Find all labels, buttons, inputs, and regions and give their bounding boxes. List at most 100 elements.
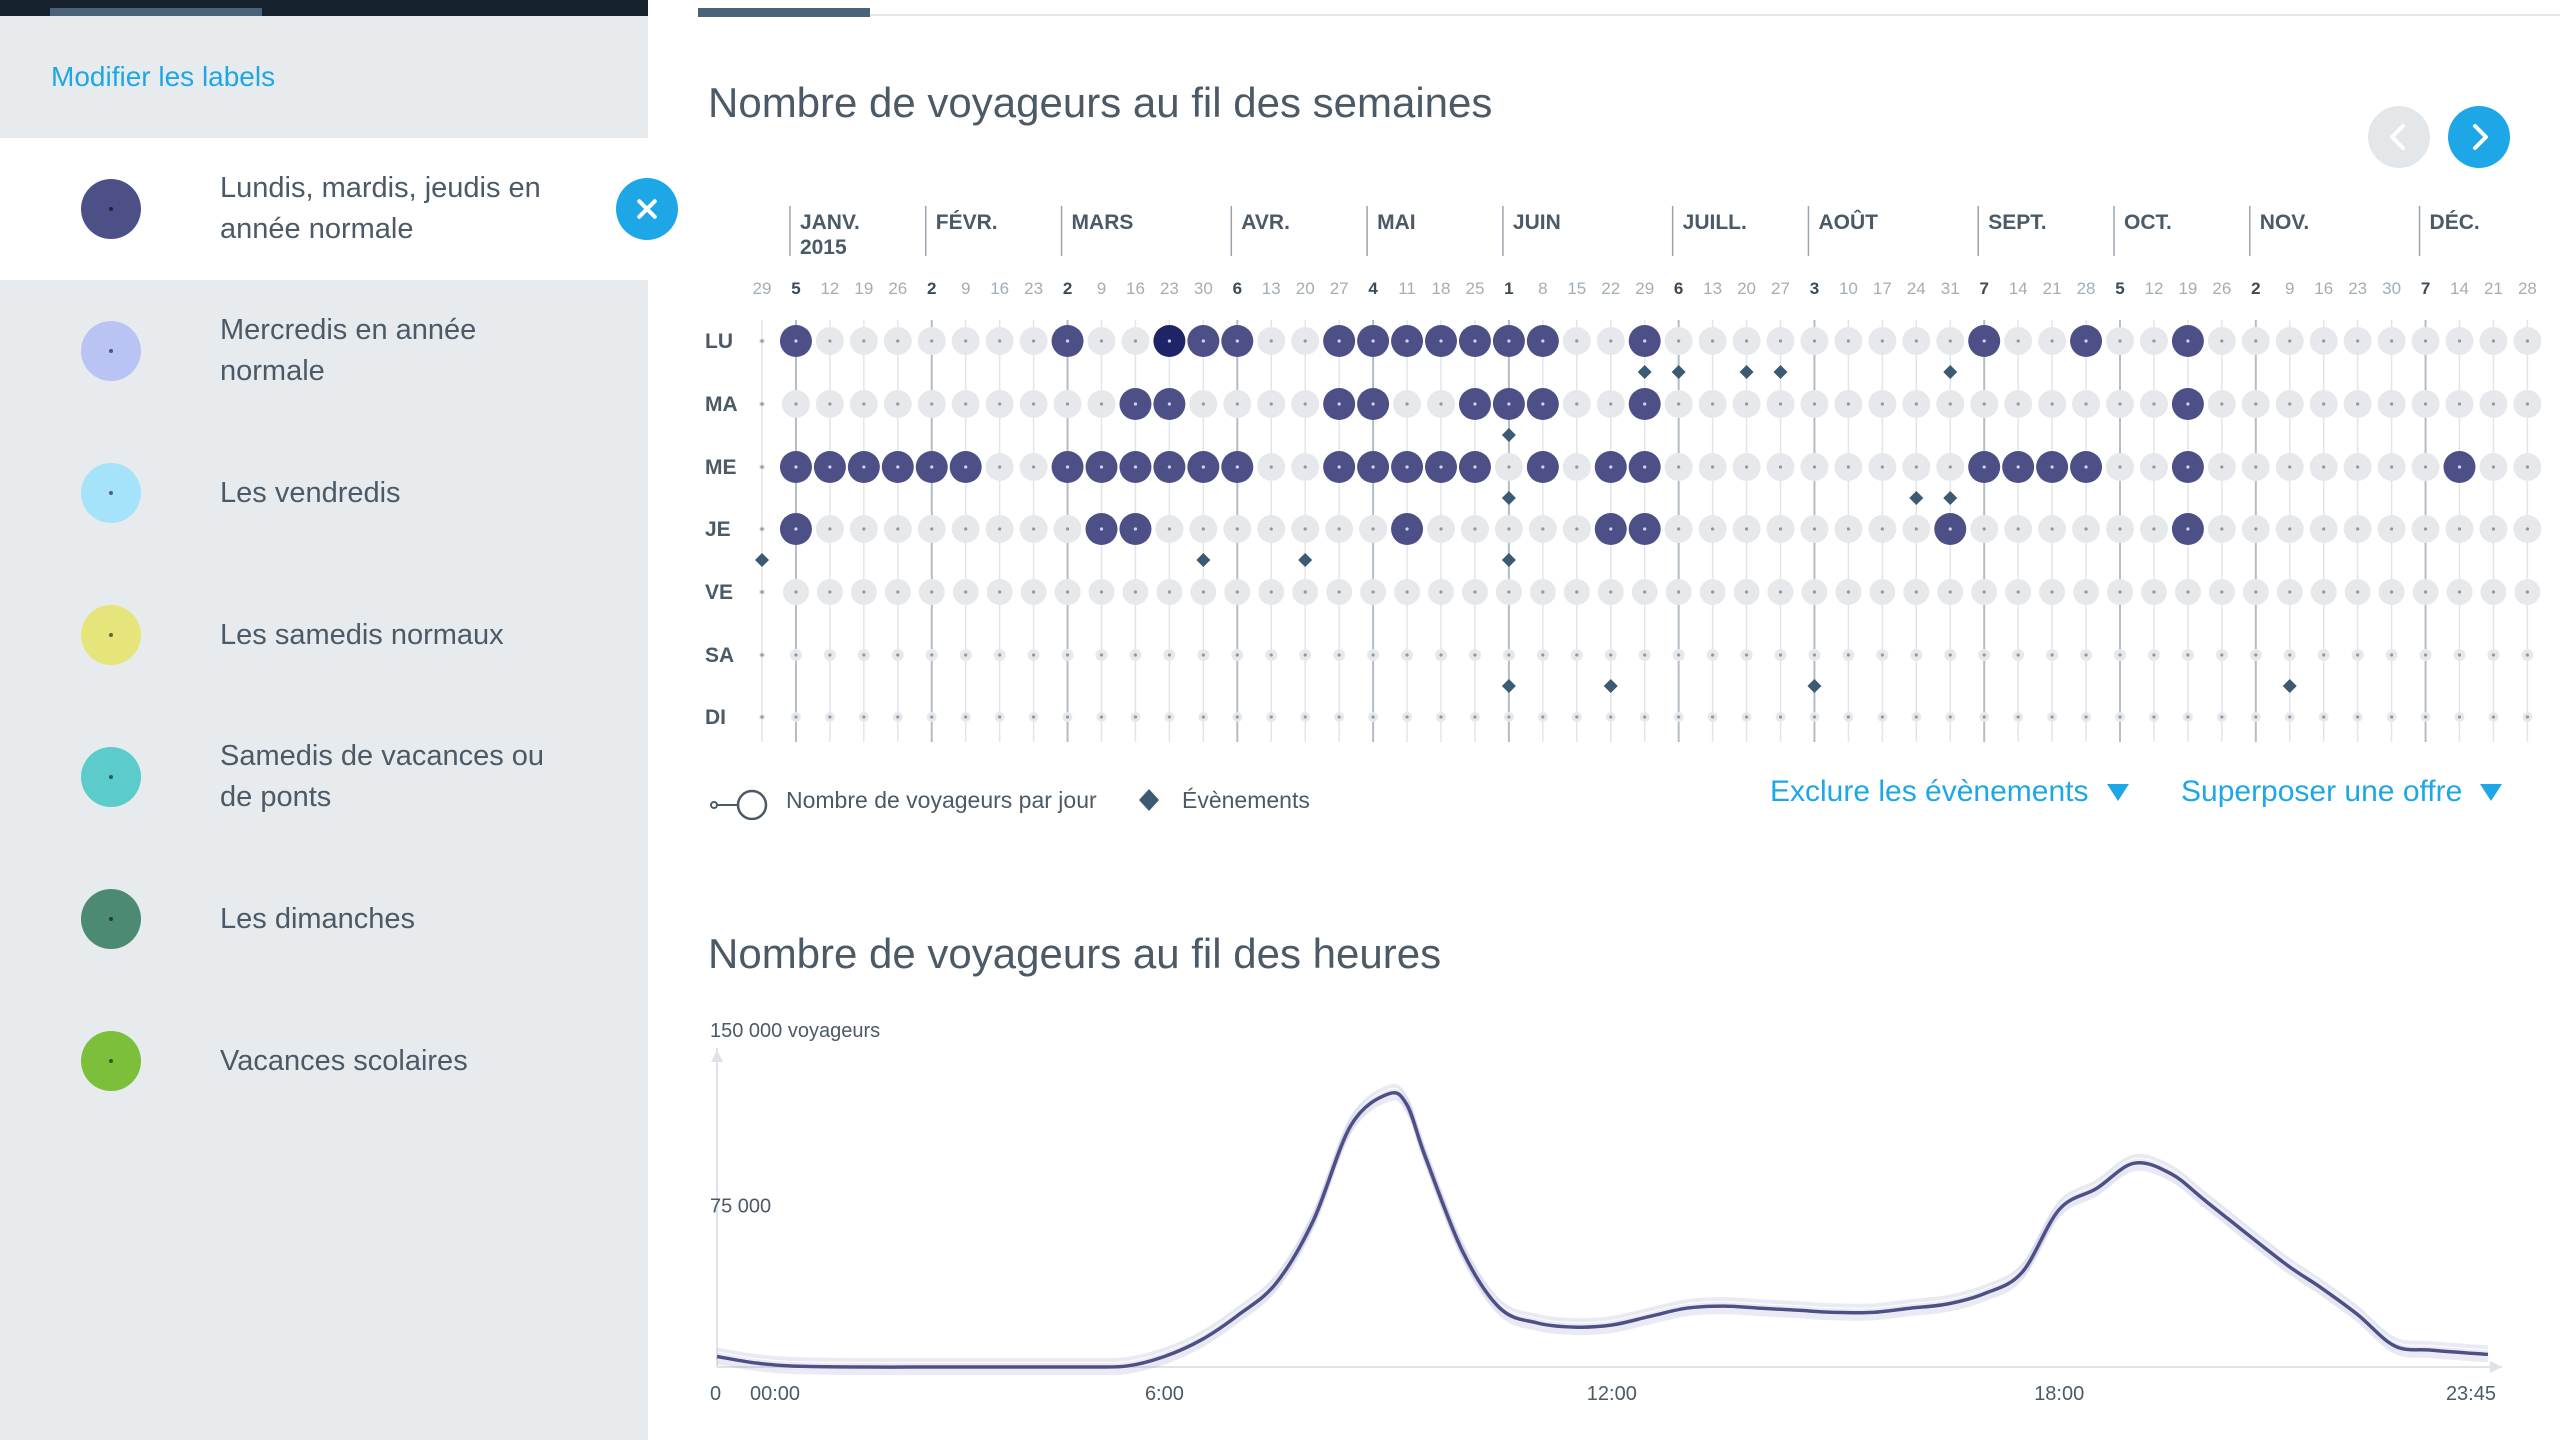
size-legend-label: Nombre de voyageurs par jour (786, 786, 1097, 813)
close-icon[interactable] (616, 178, 678, 240)
day-cell-center (2288, 402, 2292, 406)
day-cell-center (998, 402, 1002, 406)
day-cell-center (1167, 590, 1171, 594)
month-label: JUILL. (1683, 211, 1747, 234)
day-cell-center (794, 715, 798, 719)
label-item[interactable]: Les samedis normaux (0, 564, 648, 706)
day-cell-center (2254, 590, 2258, 594)
day-cell-center (2050, 715, 2054, 719)
label-item[interactable]: Mercredis en année normale (0, 280, 648, 422)
day-cell-center (1337, 653, 1341, 657)
day-cell-center (2525, 653, 2529, 657)
day-cell-center (2050, 590, 2054, 594)
label-color-swatch[interactable] (81, 889, 141, 949)
overlay-offer-label: Superposer une offre (2181, 775, 2463, 808)
day-cell-center (1609, 715, 1613, 719)
week-date-label: 8 (1538, 279, 1547, 298)
day-cell-center (1201, 653, 1205, 657)
day-cell-center (1948, 653, 1952, 657)
day-cell-center (1643, 653, 1647, 657)
day-cell-center (2118, 465, 2122, 469)
day-cell-center (828, 339, 832, 343)
day-cell-center (896, 653, 900, 657)
exclude-events-dropdown[interactable]: Exclure les évènements (1770, 775, 2129, 809)
day-cell-center (2423, 465, 2428, 469)
day-cell-center (998, 527, 1002, 531)
day-cell-center (1133, 465, 1138, 469)
label-item[interactable]: Vacances scolaires (0, 990, 648, 1132)
day-cell-center (1982, 590, 1986, 594)
sidebar-tab-indicator[interactable] (50, 8, 262, 16)
day-cell-center (2152, 339, 2156, 343)
series-line (716, 1090, 2489, 1369)
day-cell-center (1609, 402, 1613, 406)
day-cell-center (1948, 402, 1952, 406)
day-cell-center (1473, 653, 1477, 657)
day-cell-center (1880, 590, 1884, 594)
label-color-swatch[interactable] (81, 321, 141, 381)
day-cell-center (2084, 402, 2088, 406)
day-cell-center (794, 402, 798, 406)
label-color-swatch[interactable] (81, 179, 141, 239)
label-color-swatch[interactable] (81, 747, 141, 807)
day-cell-center (964, 339, 968, 343)
day-cell-center (1235, 465, 1239, 469)
week-date-label: 7 (1979, 279, 1988, 298)
day-cell-center (1778, 402, 1783, 406)
day-cell-center (1880, 465, 1884, 469)
label-color-swatch[interactable] (81, 1031, 141, 1091)
day-cell-center (2525, 339, 2529, 343)
day-cell-center (760, 653, 764, 657)
label-item[interactable]: Lundis, mardis, jeudis en année normale (0, 138, 648, 280)
day-cell-center (828, 465, 832, 469)
month-label: AVR. (1241, 211, 1290, 234)
day-cell-center (1167, 715, 1171, 719)
label-item[interactable]: Les vendredis (0, 422, 648, 564)
label-item-text: Mercredis en année normale (220, 314, 477, 387)
week-date-label: 17 (1873, 279, 1892, 298)
day-cell-center (1744, 653, 1749, 657)
day-cell-center (1541, 339, 1545, 343)
label-item[interactable]: Samedis de vacances ou de ponts (0, 706, 648, 848)
day-cell-center (1880, 653, 1884, 657)
day-cell-center (760, 339, 764, 343)
day-cell-center (1880, 527, 1884, 531)
day-cell-center (1099, 590, 1104, 594)
day-cell-center (1405, 465, 1409, 469)
label-color-swatch[interactable] (81, 605, 141, 665)
day-cell-center (1982, 527, 1986, 531)
label-color-swatch[interactable] (81, 463, 141, 523)
day-cell-center (2186, 715, 2190, 719)
day-cell-center (760, 715, 764, 719)
day-cell-center (1609, 465, 1613, 469)
day-cell-center (1337, 339, 1341, 343)
day-cell-center (1065, 653, 1070, 657)
day-cell-center (1371, 465, 1375, 469)
day-cell-center (1065, 715, 1070, 719)
day-cell-center (2491, 402, 2496, 406)
day-cell-center (1099, 715, 1104, 719)
day-cell-center (1575, 527, 1579, 531)
day-cell-center (2322, 653, 2326, 657)
day-cell-center (1677, 715, 1681, 719)
overlay-offer-dropdown[interactable]: Superposer une offre (2181, 775, 2503, 809)
label-item[interactable]: Les dimanches (0, 848, 648, 990)
day-cell-center (2322, 715, 2326, 719)
day-cell-center (1337, 590, 1341, 594)
week-date-label: 27 (1771, 279, 1790, 298)
day-cell-center (2220, 590, 2224, 594)
week-date-label: 5 (2115, 279, 2124, 298)
day-cell-center (1201, 590, 1205, 594)
month-label: MARS (1072, 211, 1134, 234)
day-cell-center (1778, 590, 1783, 594)
edit-labels-link[interactable]: Modifier les labels (51, 61, 275, 93)
day-cell-center (1744, 465, 1749, 469)
day-cell-center (1744, 715, 1749, 719)
week-date-label: 26 (2212, 279, 2231, 298)
week-date-label: 22 (1601, 279, 1620, 298)
day-cell-center (1914, 339, 1918, 343)
labels-sidebar: Modifier les labels Lundis, mardis, jeud… (0, 0, 678, 1440)
label-item-text: Vacances scolaires (220, 1044, 468, 1077)
day-cell-center (1269, 339, 1273, 343)
day-cell-center (2390, 715, 2394, 719)
